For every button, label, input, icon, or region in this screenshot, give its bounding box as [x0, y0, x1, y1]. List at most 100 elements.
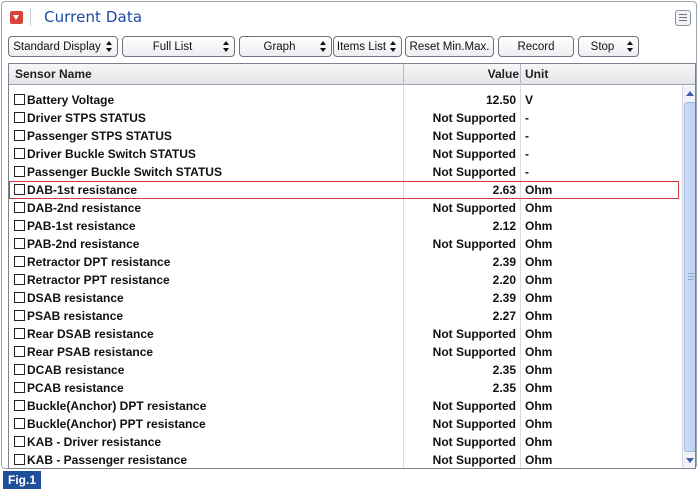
row-checkbox[interactable]	[14, 184, 25, 195]
table-row[interactable]: Rear PSAB resistance Not Supported Ohm	[9, 343, 679, 361]
table-header: Sensor Name Value Unit	[9, 64, 695, 85]
grip-icon	[688, 273, 694, 281]
sensor-unit: -	[525, 165, 529, 179]
full-list-dropdown[interactable]: Full List	[122, 36, 235, 57]
standard-display-dropdown[interactable]: Standard Display	[8, 36, 118, 57]
table-row[interactable]: PAB-1st resistance 2.12 Ohm	[9, 217, 679, 235]
row-checkbox[interactable]	[14, 130, 25, 141]
table-row[interactable]: Battery Voltage 12.50 V	[9, 91, 679, 109]
table-row[interactable]: DSAB resistance 2.39 Ohm	[9, 289, 679, 307]
table-row[interactable]: DCAB resistance 2.35 Ohm	[9, 361, 679, 379]
table-row[interactable]: PAB-2nd resistance Not Supported Ohm	[9, 235, 679, 253]
table-row[interactable]: Passenger STPS STATUS Not Supported -	[9, 127, 679, 145]
row-checkbox[interactable]	[14, 274, 25, 285]
items-list-dropdown[interactable]: Items List	[333, 36, 402, 57]
sensor-value: Not Supported	[432, 111, 516, 125]
sensor-value: 12.50	[485, 93, 516, 107]
sensor-data-table: Sensor Name Value Unit Battery Voltage 12…	[8, 63, 696, 469]
sensor-unit: -	[525, 129, 529, 143]
vertical-scrollbar[interactable]	[682, 86, 695, 468]
dropdown-arrows-icon	[223, 41, 230, 53]
row-checkbox[interactable]	[14, 292, 25, 303]
record-label: Record	[517, 40, 555, 53]
sensor-name: Passenger STPS STATUS	[27, 129, 172, 143]
sensor-value: Not Supported	[432, 237, 516, 251]
table-row[interactable]: Retractor PPT resistance 2.20 Ohm	[9, 271, 679, 289]
dropdown-arrows-icon	[320, 41, 327, 53]
row-checkbox[interactable]	[14, 400, 25, 411]
sensor-unit: Ohm	[525, 435, 553, 449]
table-row[interactable]: KAB - Driver resistance Not Supported Ohm	[9, 433, 679, 451]
table-row[interactable]: Driver Buckle Switch STATUS Not Supported…	[9, 145, 679, 163]
sensor-unit: Ohm	[525, 399, 553, 413]
header-value[interactable]: Value	[488, 67, 519, 81]
table-row[interactable]: PSAB resistance 2.27 Ohm	[9, 307, 679, 325]
sensor-value: 2.63	[492, 183, 516, 197]
row-checkbox[interactable]	[14, 220, 25, 231]
row-checkbox[interactable]	[14, 346, 25, 357]
row-checkbox[interactable]	[14, 436, 25, 447]
sensor-value: Not Supported	[432, 453, 516, 467]
sensor-value: 2.20	[492, 273, 516, 287]
row-checkbox[interactable]	[14, 238, 25, 249]
sensor-name: Passenger Buckle Switch STATUS	[27, 165, 222, 179]
collapse-icon[interactable]	[10, 11, 23, 24]
row-checkbox[interactable]	[14, 310, 25, 321]
column-divider[interactable]	[403, 64, 404, 84]
header-unit[interactable]: Unit	[525, 67, 548, 81]
sensor-value: 2.39	[492, 255, 516, 269]
record-button[interactable]: Record	[498, 36, 574, 57]
sensor-name: DAB-2nd resistance	[27, 201, 142, 215]
row-checkbox[interactable]	[14, 148, 25, 159]
sensor-unit: Ohm	[525, 327, 553, 341]
sensor-name: Rear DSAB resistance	[27, 327, 154, 341]
graph-dropdown[interactable]: Graph	[239, 36, 332, 57]
row-checkbox[interactable]	[14, 112, 25, 123]
row-checkbox[interactable]	[14, 418, 25, 429]
row-checkbox[interactable]	[14, 256, 25, 267]
row-checkbox[interactable]	[14, 202, 25, 213]
row-checkbox[interactable]	[14, 364, 25, 375]
sensor-name: Buckle(Anchor) PPT resistance	[27, 417, 206, 431]
row-checkbox[interactable]	[14, 382, 25, 393]
stop-dropdown[interactable]: Stop	[578, 36, 639, 57]
menu-icon[interactable]	[675, 10, 691, 26]
sensor-unit: Ohm	[525, 417, 553, 431]
toolbar: Standard Display Full List Graph Items L…	[8, 36, 698, 58]
stop-label: Stop	[590, 40, 615, 53]
sensor-name: KAB - Passenger resistance	[27, 453, 188, 467]
table-row[interactable]: DAB-1st resistance 2.63 Ohm	[9, 181, 679, 199]
column-divider[interactable]	[520, 64, 521, 84]
sensor-unit: Ohm	[525, 345, 553, 359]
row-checkbox[interactable]	[14, 166, 25, 177]
sensor-name: DAB-1st resistance	[27, 183, 138, 197]
table-row[interactable]: KAB - Passenger resistance Not Supported O…	[9, 451, 679, 468]
table-row[interactable]: Buckle(Anchor) DPT resistance Not Support…	[9, 397, 679, 415]
sensor-name: PCAB resistance	[27, 381, 124, 395]
row-checkbox[interactable]	[14, 454, 25, 465]
sensor-unit: Ohm	[525, 219, 553, 233]
sensor-value: Not Supported	[432, 399, 516, 413]
window-title: Current Data	[44, 8, 143, 26]
header-sensor-name[interactable]: Sensor Name	[15, 67, 92, 81]
figure-label: Fig.1	[3, 471, 41, 489]
table-row[interactable]: Retractor DPT resistance 2.39 Ohm	[9, 253, 679, 271]
table-row[interactable]: DAB-2nd resistance Not Supported Ohm	[9, 199, 679, 217]
scroll-down-icon[interactable]	[684, 454, 695, 468]
scroll-up-icon[interactable]	[684, 87, 695, 101]
sensor-name: PSAB resistance	[27, 309, 124, 323]
table-row[interactable]: Buckle(Anchor) PPT resistance Not Support…	[9, 415, 679, 433]
row-checkbox[interactable]	[14, 328, 25, 339]
sensor-name: PAB-1st resistance	[27, 219, 136, 233]
table-row[interactable]: Rear DSAB resistance Not Supported Ohm	[9, 325, 679, 343]
scrollbar-thumb[interactable]	[684, 102, 695, 452]
sensor-name: KAB - Driver resistance	[27, 435, 162, 449]
dropdown-arrows-icon	[390, 41, 397, 53]
table-row[interactable]: Driver STPS STATUS Not Supported -	[9, 109, 679, 127]
sensor-value: 2.27	[492, 309, 516, 323]
table-row[interactable]: Passenger Buckle Switch STATUS Not Suppor…	[9, 163, 679, 181]
table-row[interactable]: PCAB resistance 2.35 Ohm	[9, 379, 679, 397]
row-checkbox[interactable]	[14, 94, 25, 105]
sensor-unit: -	[525, 111, 529, 125]
reset-min-max-button[interactable]: Reset Min.Max.	[405, 36, 494, 57]
